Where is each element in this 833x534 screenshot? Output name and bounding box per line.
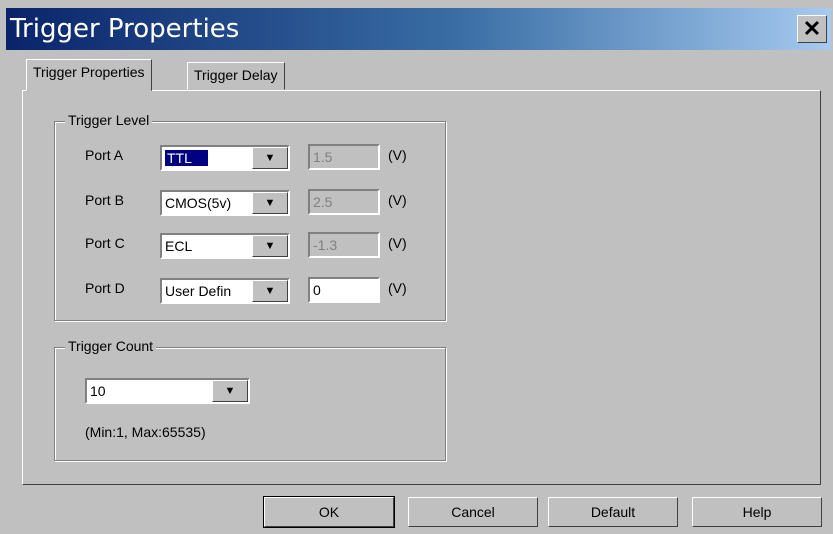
- port-d-select-value: User Defin: [165, 283, 232, 299]
- chevron-down-icon[interactable]: ▼: [252, 235, 288, 257]
- chevron-down-icon[interactable]: ▼: [252, 280, 288, 302]
- trigger-count-hint: (Min:1, Max:65535): [85, 424, 206, 440]
- port-d-unit: (V): [388, 280, 407, 296]
- tab-trigger-delay[interactable]: Trigger Delay: [187, 62, 285, 90]
- cancel-label: Cancel: [451, 504, 495, 520]
- trigger-level-title: Trigger Level: [65, 112, 153, 128]
- port-b-voltage-field[interactable]: 2.5: [308, 189, 380, 215]
- port-c-label: Port C: [85, 235, 125, 251]
- port-d-voltage-value: 0: [313, 282, 321, 298]
- port-d-label: Port D: [85, 280, 125, 296]
- port-c-voltage-value: -1.3: [313, 237, 338, 253]
- tab-panel: Trigger Level Port A TTL ▼ 1.5 (V) Port …: [22, 90, 821, 485]
- port-d-select[interactable]: User Defin ▼: [160, 278, 290, 304]
- port-d-voltage-field[interactable]: 0: [308, 277, 380, 303]
- port-a-select[interactable]: TTL ▼: [160, 145, 290, 171]
- window-title: Trigger Properties: [10, 14, 240, 44]
- chevron-down-icon[interactable]: ▼: [212, 380, 248, 402]
- ok-button[interactable]: OK: [263, 496, 395, 528]
- chevron-down-icon[interactable]: ▼: [252, 147, 288, 169]
- cancel-button[interactable]: Cancel: [408, 497, 538, 527]
- port-a-voltage-value: 1.5: [313, 149, 333, 165]
- port-b-select[interactable]: CMOS(5v) ▼: [160, 190, 290, 216]
- port-a-label: Port A: [85, 147, 124, 163]
- port-c-select-value: ECL: [165, 238, 193, 254]
- close-button[interactable]: ✕: [797, 15, 827, 43]
- close-icon: ✕: [802, 16, 822, 41]
- tab-label: Trigger Properties: [33, 64, 145, 80]
- tab-trigger-properties[interactable]: Trigger Properties: [26, 59, 152, 91]
- dialog-window: Trigger Properties ✕ Trigger Properties …: [0, 0, 833, 534]
- title-bar: Trigger Properties ✕: [6, 8, 831, 50]
- tab-label: Trigger Delay: [194, 67, 278, 83]
- trigger-level-group: Trigger Level Port A TTL ▼ 1.5 (V) Port …: [54, 112, 446, 321]
- port-b-voltage-value: 2.5: [313, 194, 333, 210]
- port-c-voltage-field[interactable]: -1.3: [308, 232, 380, 258]
- port-c-unit: (V): [388, 235, 407, 251]
- port-a-voltage-field[interactable]: 1.5: [308, 144, 380, 170]
- trigger-count-group: Trigger Count 10 ▼ (Min:1, Max:65535): [54, 338, 446, 461]
- port-a-unit: (V): [388, 147, 407, 163]
- port-b-select-value: CMOS(5v): [165, 195, 232, 211]
- port-a-select-value: TTL: [164, 149, 209, 167]
- ok-label: OK: [318, 504, 340, 520]
- help-label: Help: [742, 504, 772, 520]
- port-b-unit: (V): [388, 192, 407, 208]
- port-b-label: Port B: [85, 192, 124, 208]
- default-button[interactable]: Default: [548, 497, 678, 527]
- trigger-count-title: Trigger Count: [65, 338, 157, 354]
- port-c-select[interactable]: ECL ▼: [160, 233, 290, 259]
- chevron-down-icon[interactable]: ▼: [252, 192, 288, 214]
- trigger-count-select[interactable]: 10 ▼: [85, 378, 250, 404]
- default-label: Default: [590, 504, 636, 520]
- trigger-count-value: 10: [90, 383, 106, 399]
- help-button[interactable]: Help: [692, 497, 822, 527]
